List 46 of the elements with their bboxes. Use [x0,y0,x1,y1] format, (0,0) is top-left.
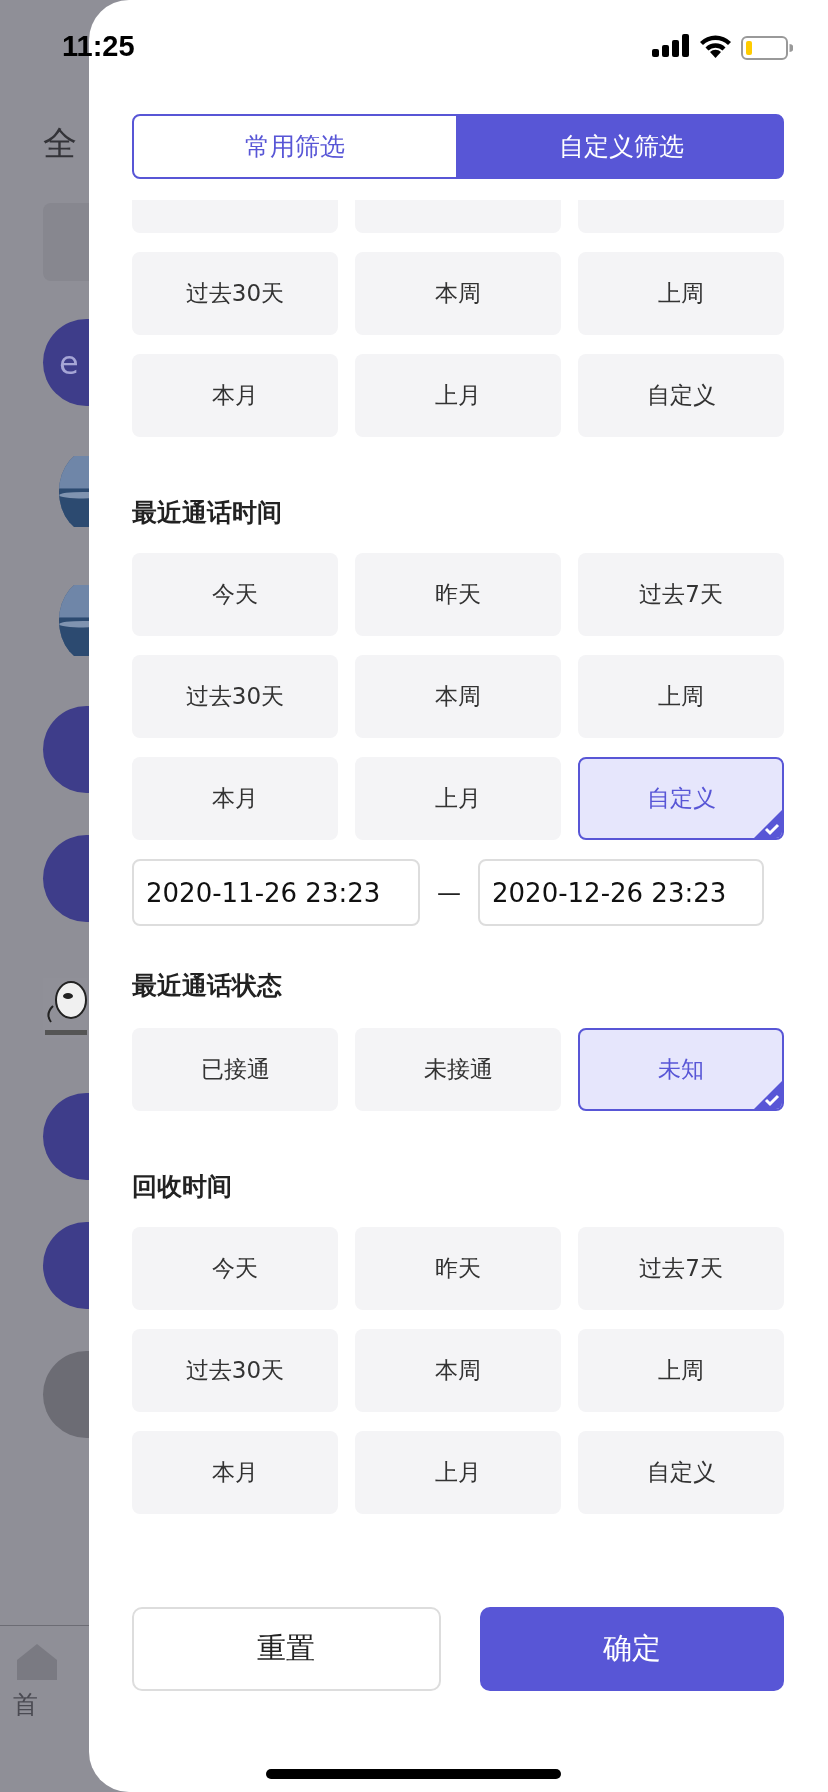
option-tile[interactable]: 过去7天 [578,1227,784,1310]
option-tile[interactable]: 昨天 [355,553,561,636]
section-title: 回收时间 [132,1171,233,1203]
confirm-button[interactable]: 确定 [479,1607,784,1691]
filter-tab[interactable]: 自定义筛选 [458,114,784,179]
option-tile[interactable]: 未知 [578,1028,784,1111]
option-tile[interactable]: 上周 [578,1329,784,1412]
option-tile[interactable]: 今天 [132,1227,338,1310]
filter-tab[interactable]: 常用筛选 [132,114,458,179]
option-tile[interactable]: 过去30天 [132,655,338,738]
end-date-field[interactable]: 2020-12-26 23:23 [478,859,764,926]
start-date-field[interactable]: 2020-11-26 23:23 [132,859,420,926]
signal-icon [652,34,689,58]
option-tile[interactable]: 未接通 [355,1028,561,1111]
contact-avatar[interactable]: e [43,319,89,406]
reset-button[interactable]: 重置 [132,1607,441,1691]
option-tile[interactable]: 自定义 [578,354,784,437]
range-separator: — [436,878,462,907]
option-tile[interactable]: 本周 [355,1329,561,1412]
page-title: 全 [43,122,78,165]
home-indicator[interactable] [266,1769,561,1779]
battery-icon [741,36,793,60]
option-tile[interactable]: 上月 [355,354,561,437]
option-tile[interactable]: 自定义 [578,757,784,840]
status-time: 11:25 [62,30,135,63]
option-tile[interactable]: 本周 [355,655,561,738]
option-tile[interactable]: 上月 [355,757,561,840]
option-tile[interactable]: 过去7天 [578,553,784,636]
section-title: 最近通话状态 [132,970,283,1002]
option-tile[interactable]: 本月 [132,354,338,437]
option-tile[interactable]: 上周 [578,252,784,335]
check-corner-icon [754,1081,782,1109]
option-tile[interactable]: 本月 [132,1431,338,1514]
option-tile[interactable]: 上周 [578,655,784,738]
option-tile[interactable]: 过去30天 [132,252,338,335]
option-tile[interactable]: 本月 [132,757,338,840]
check-corner-icon [754,810,782,838]
option-tile[interactable]: 已接通 [132,1028,338,1111]
option-tile[interactable]: 过去30天 [132,1329,338,1412]
option-tile[interactable]: 今天 [132,553,338,636]
option-tile[interactable]: 昨天 [355,1227,561,1310]
option-tile[interactable]: 上月 [355,1431,561,1514]
option-tile[interactable]: 本周 [355,252,561,335]
wifi-icon [699,33,732,58]
option-tile[interactable]: 自定义 [578,1431,784,1514]
section-title: 最近通话时间 [132,497,283,529]
